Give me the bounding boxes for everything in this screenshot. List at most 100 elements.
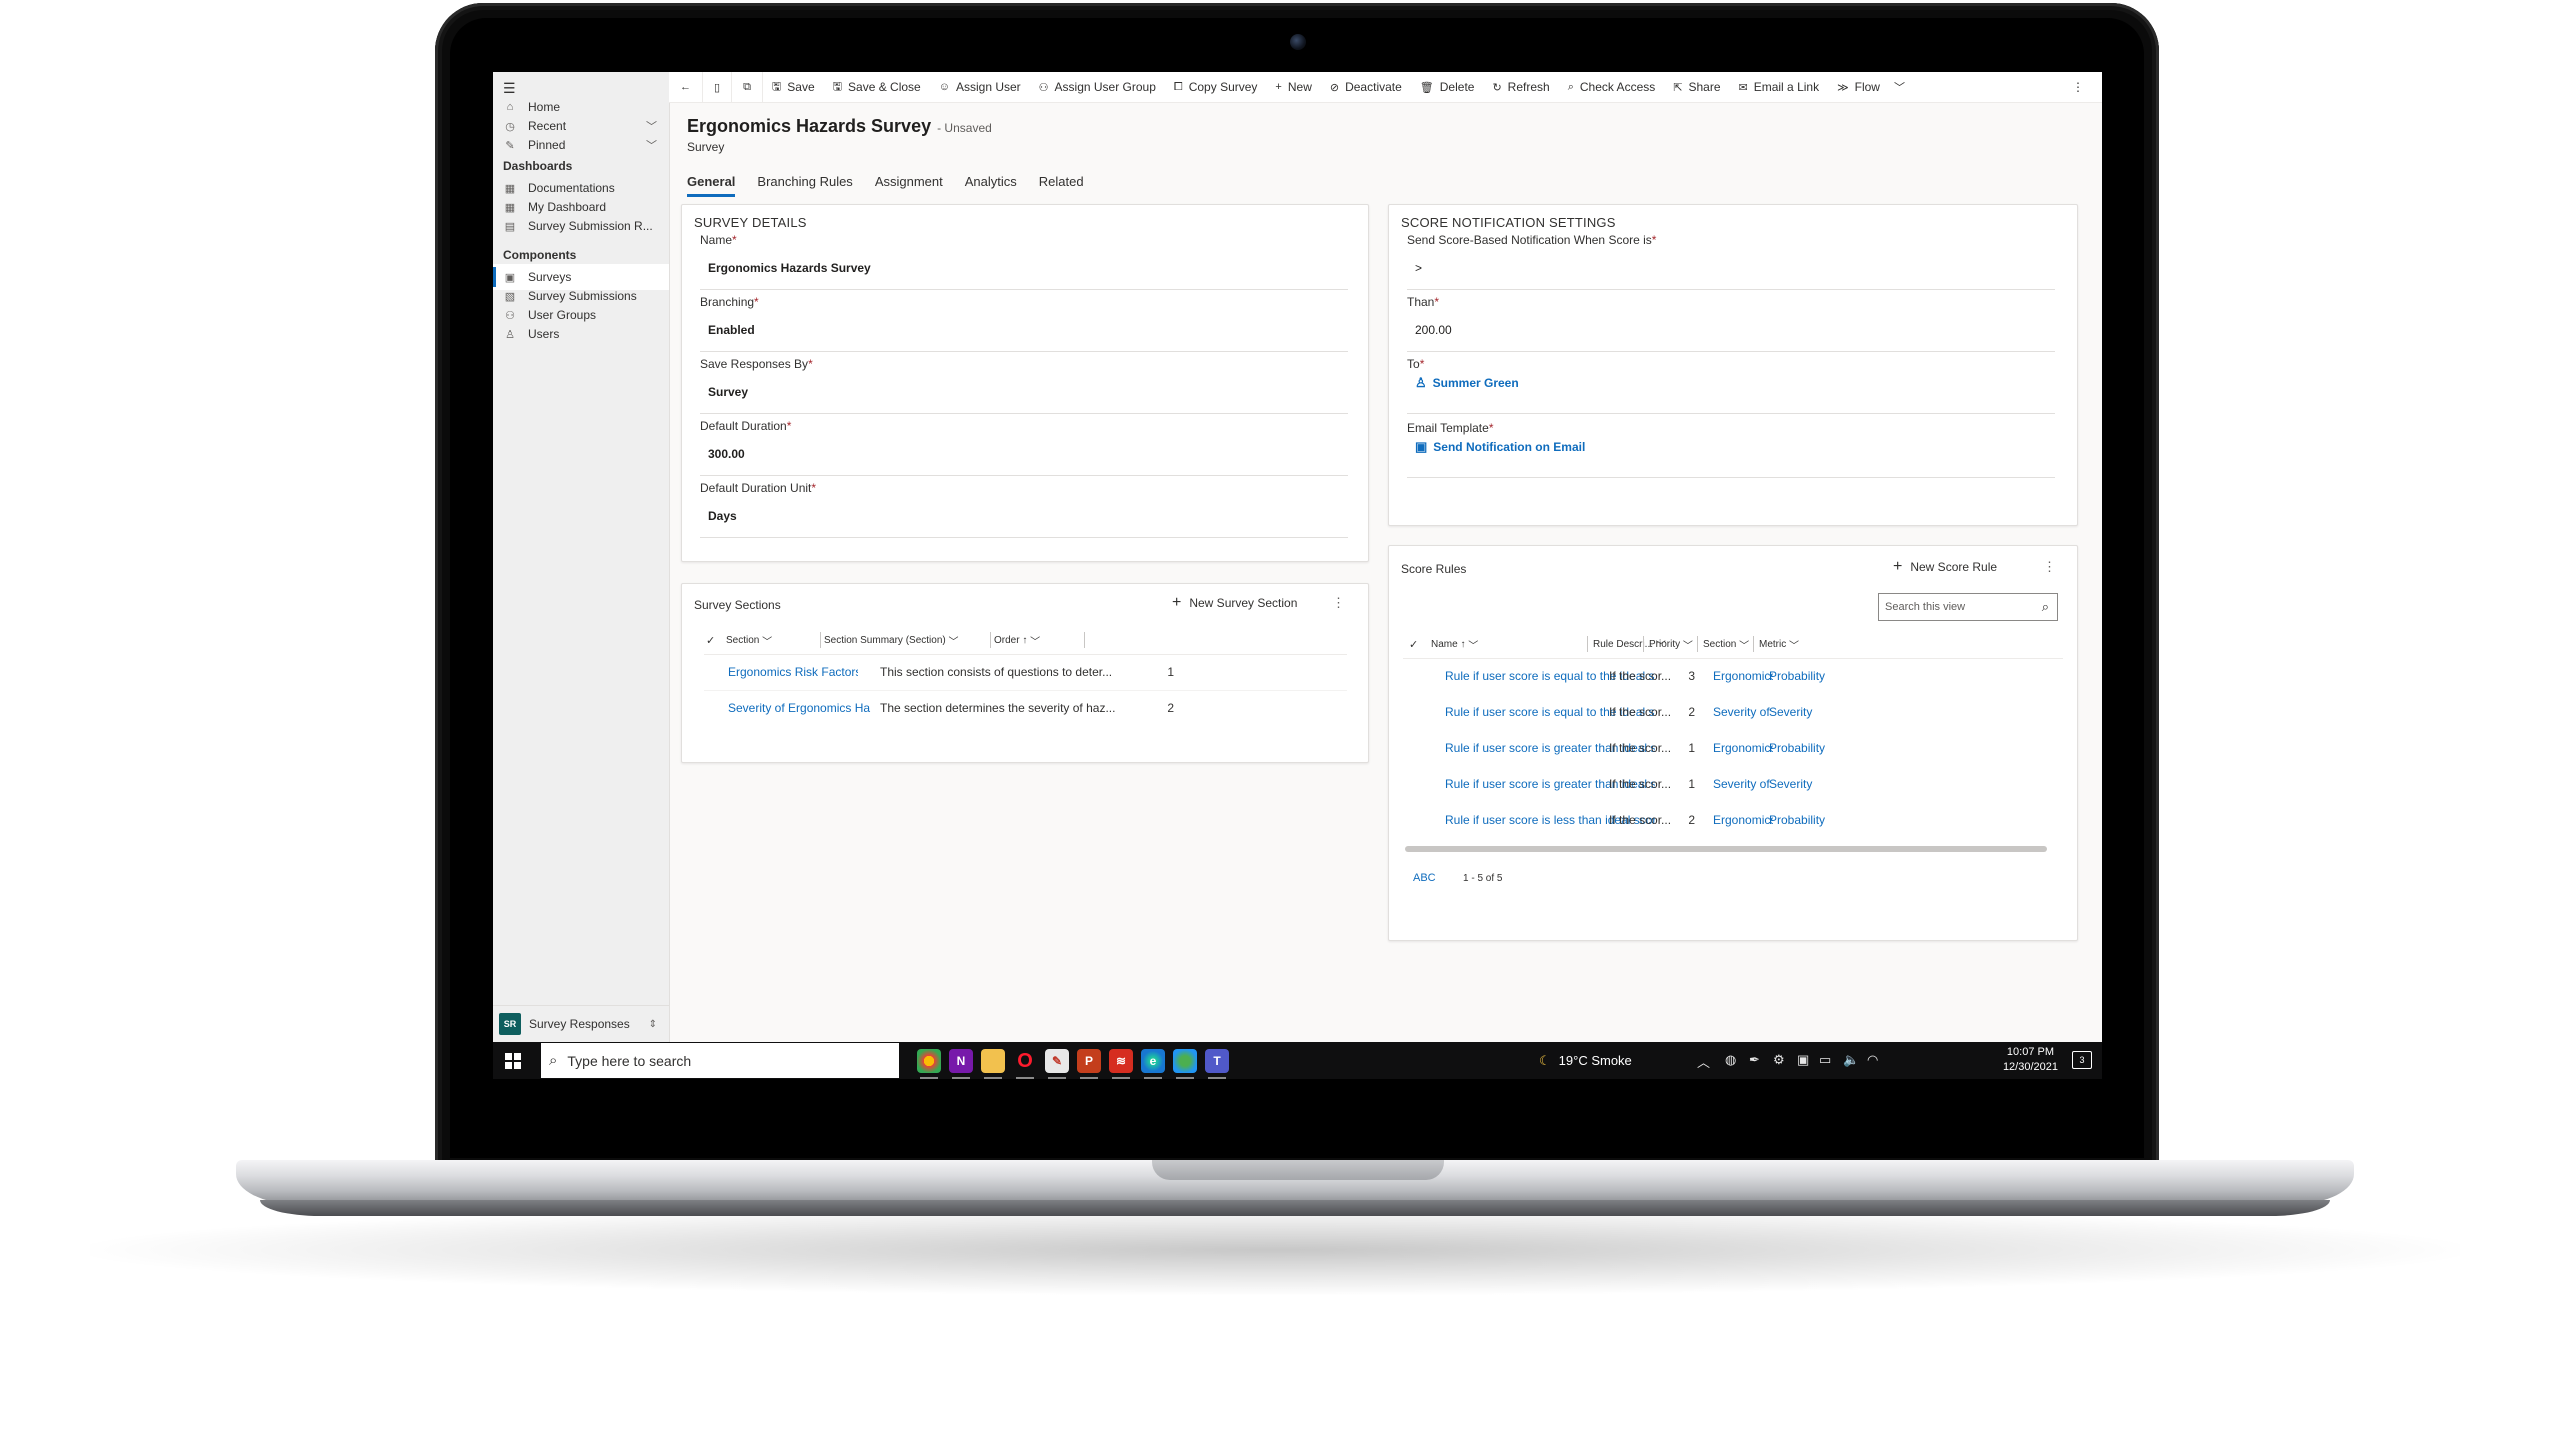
section-cell[interactable]: Severity of Erg: [1713, 694, 1773, 730]
show-hidden-icons-icon[interactable]: ︿: [1697, 1052, 1710, 1071]
field-value[interactable]: 200.00: [1415, 323, 1452, 337]
sidebar-item-survey-submission-report[interactable]: ▤ Survey Submission R...: [493, 213, 669, 239]
table-row[interactable]: Severity of Ergonomics Ha The section de…: [704, 690, 1347, 726]
metric-cell[interactable]: Severity: [1769, 694, 1841, 730]
field-value[interactable]: Days: [708, 509, 737, 523]
sidebar-item-users[interactable]: ♙ Users: [493, 321, 669, 347]
section-cell[interactable]: Severity of Ergonomics Ha: [728, 690, 873, 726]
email-link-button[interactable]: ✉ Email a Link: [1730, 72, 1829, 102]
section-cell[interactable]: Ergonomics Ris: [1713, 658, 1773, 694]
select-all-checkbox[interactable]: ✓: [1409, 630, 1429, 658]
pen-icon[interactable]: ✒: [1749, 1052, 1760, 1068]
column-header-name[interactable]: Name ↑ ﹀: [1431, 630, 1581, 658]
metric-cell[interactable]: Severity: [1769, 766, 1841, 802]
form-view-button[interactable]: ▯: [703, 72, 733, 102]
table-row[interactable]: Ergonomics Risk Factors This section con…: [704, 654, 1347, 691]
new-button[interactable]: + New: [1266, 72, 1320, 102]
horizontal-scrollbar[interactable]: [1405, 846, 2047, 852]
weather-widget[interactable]: ☾ 19°C Smoke: [1539, 1042, 1632, 1079]
section-cell[interactable]: Ergonomics Ris: [1713, 802, 1773, 838]
tab-analytics[interactable]: Analytics: [965, 174, 1017, 197]
column-header-order[interactable]: Order ↑ ﹀: [994, 626, 1084, 654]
table-row[interactable]: Rule if user score is less than ideal sc…: [1403, 802, 2063, 838]
tab-branching-rules[interactable]: Branching Rules: [757, 174, 852, 197]
alphabet-filter[interactable]: ABC: [1413, 872, 1436, 884]
lookup-value[interactable]: ♙ Summer Green: [1415, 375, 1519, 391]
check-access-button[interactable]: ⌕ Check Access: [1559, 72, 1665, 102]
globe-icon[interactable]: [1173, 1049, 1197, 1079]
taskbar-search-input[interactable]: ⌕ Type here to search: [541, 1043, 899, 1078]
opera-icon[interactable]: O: [1013, 1049, 1037, 1079]
section-cell[interactable]: Severity of Erg: [1713, 766, 1773, 802]
select-all-checkbox[interactable]: ✓: [706, 626, 726, 654]
to-field[interactable]: To* ♙ Summer Green: [1407, 351, 2055, 414]
delete-button[interactable]: 🗑 Delete: [1411, 72, 1484, 102]
share-button[interactable]: ⇱ Share: [1664, 72, 1729, 102]
table-row[interactable]: Rule if user score is equal to the ideal…: [1403, 658, 2063, 694]
metric-cell[interactable]: Probability: [1769, 730, 1841, 766]
default-duration-field[interactable]: Default Duration* 300.00: [700, 413, 1348, 476]
assign-user-button[interactable]: ☺ Assign User: [930, 72, 1030, 102]
table-row[interactable]: Rule if user score is greater than ideal…: [1403, 730, 2063, 766]
field-value[interactable]: Enabled: [708, 323, 755, 337]
column-header-priority[interactable]: Priority ﹀: [1649, 630, 1709, 658]
paint-icon[interactable]: ✎: [1045, 1049, 1069, 1079]
search-icon[interactable]: ⌕: [2042, 599, 2049, 615]
deactivate-button[interactable]: ⊘ Deactivate: [1321, 72, 1411, 102]
assign-user-group-button[interactable]: ⚇ Assign User Group: [1030, 72, 1165, 102]
column-divider[interactable]: [820, 632, 821, 648]
wifi-icon[interactable]: ◠: [1867, 1052, 1878, 1068]
column-header-section[interactable]: Section ﹀: [1703, 630, 1757, 658]
onenote-icon[interactable]: N: [949, 1049, 973, 1079]
acrobat-icon[interactable]: ≋: [1109, 1049, 1133, 1079]
column-divider[interactable]: [1084, 632, 1085, 648]
taskbar-clock[interactable]: 10:07 PM 12/30/2021: [2003, 1045, 2058, 1075]
volume-icon[interactable]: 🔈: [1843, 1052, 1859, 1068]
tab-assignment[interactable]: Assignment: [875, 174, 943, 197]
chevron-down-icon[interactable]: ﹀: [646, 137, 657, 153]
chrome-icon[interactable]: [917, 1049, 941, 1079]
field-value[interactable]: Ergonomics Hazards Survey: [708, 261, 871, 275]
name-field[interactable]: Name* Ergonomics Hazards Survey: [700, 227, 1348, 290]
score-condition-field[interactable]: Send Score-Based Notification When Score…: [1407, 227, 2055, 290]
tab-related[interactable]: Related: [1039, 174, 1084, 197]
than-field[interactable]: Than* 200.00: [1407, 289, 2055, 352]
powerpoint-icon[interactable]: P: [1077, 1049, 1101, 1079]
column-header-section[interactable]: Section ﹀: [726, 626, 822, 654]
table-row[interactable]: Rule if user score is greater than ideal…: [1403, 766, 2063, 802]
field-value[interactable]: 300.00: [708, 447, 745, 461]
notification-center-icon[interactable]: 3: [2072, 1051, 2092, 1069]
search-input[interactable]: Search this view ⌕: [1878, 593, 2058, 621]
more-commands-button[interactable]: ⋮: [2063, 72, 2102, 102]
lookup-value[interactable]: ▣ Send Notification on Email: [1415, 439, 1585, 455]
column-divider[interactable]: [1643, 636, 1644, 652]
edge-icon[interactable]: e: [1141, 1049, 1165, 1079]
column-divider[interactable]: [1587, 636, 1588, 652]
section-cell[interactable]: Ergonomics Risk Factors: [728, 654, 858, 690]
column-header-metric[interactable]: Metric ﹀: [1759, 630, 1813, 658]
teams-icon[interactable]: T: [1205, 1049, 1229, 1079]
more-vertical-icon[interactable]: ⋮: [2043, 559, 2056, 575]
display-icon[interactable]: ▣: [1797, 1052, 1809, 1068]
new-survey-section-button[interactable]: + New Survey Section: [1172, 594, 1297, 612]
column-divider[interactable]: [1697, 636, 1698, 652]
battery-icon[interactable]: ▭: [1819, 1052, 1831, 1068]
file-explorer-icon[interactable]: [981, 1049, 1005, 1079]
tab-general[interactable]: General: [687, 174, 736, 197]
sidebar-item-pinned[interactable]: ✎ Pinned ﹀: [493, 132, 669, 158]
table-row[interactable]: Rule if user score is equal to the ideal…: [1403, 694, 2063, 730]
flow-button[interactable]: ≫ Flow ﹀: [1828, 72, 1914, 102]
new-score-rule-button[interactable]: + New Score Rule: [1893, 558, 1997, 576]
save-responses-by-field[interactable]: Save Responses By* Survey: [700, 351, 1348, 414]
default-duration-unit-field[interactable]: Default Duration Unit* Days: [700, 475, 1348, 538]
column-header-section-summary[interactable]: Section Summary (Section) ﹀: [824, 626, 994, 654]
back-button[interactable]: ←: [669, 72, 703, 102]
refresh-button[interactable]: ↻ Refresh: [1483, 72, 1558, 102]
save-close-button[interactable]: 🖫 Save & Close: [824, 72, 930, 102]
field-value[interactable]: Survey: [708, 385, 748, 399]
windows-start-icon[interactable]: [505, 1053, 521, 1069]
metric-cell[interactable]: Probability: [1769, 658, 1841, 694]
save-button[interactable]: 🖫 Save: [763, 72, 824, 102]
section-cell[interactable]: Ergonomics Ris: [1713, 730, 1773, 766]
email-template-field[interactable]: Email Template* ▣ Send Notification on Em…: [1407, 415, 2055, 478]
